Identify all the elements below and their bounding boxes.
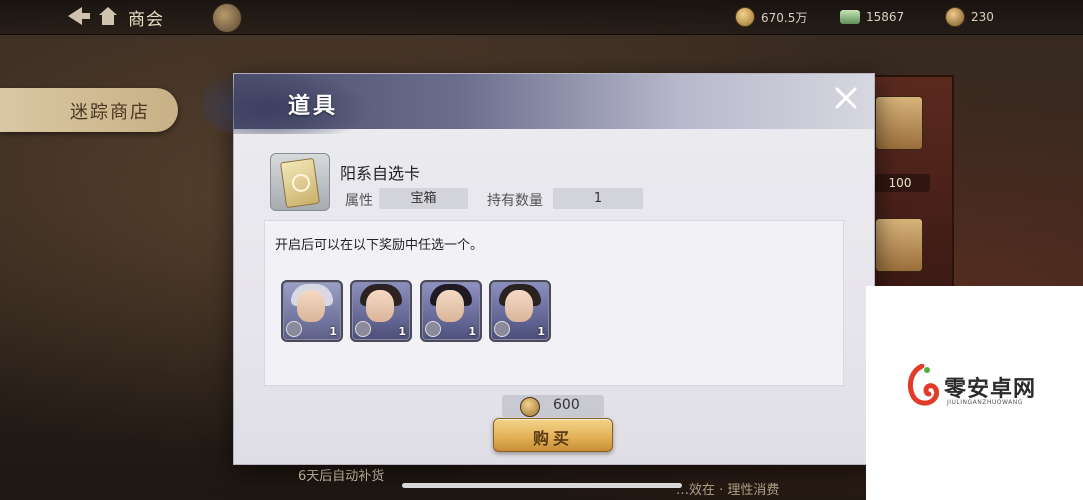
watermark-logo-icon xyxy=(907,364,939,406)
footer-note: …效在 · 理性消费 xyxy=(676,483,780,498)
hero-portrait xyxy=(297,290,325,322)
emblem-icon xyxy=(212,3,242,33)
owned-value: 1 xyxy=(553,188,643,209)
back-arrow-icon[interactable] xyxy=(62,4,92,28)
selection-card-icon xyxy=(279,157,321,209)
dialog-title: 道具 xyxy=(288,94,339,119)
hero-portrait xyxy=(436,290,464,322)
reward-item-2[interactable]: 1 xyxy=(350,280,412,342)
reward-count: 1 xyxy=(398,325,406,338)
owned-label: 持有数量 xyxy=(487,193,543,209)
shop-tab-mizong[interactable]: 迷踪商店 xyxy=(0,88,178,132)
reward-count: 1 xyxy=(537,325,545,338)
buy-button-label: 购买 xyxy=(532,429,573,448)
hero-portrait xyxy=(505,290,533,322)
reward-item-3[interactable]: 1 xyxy=(420,280,482,342)
attr-value: 宝箱 xyxy=(379,188,468,209)
restock-text: 6天后自动补货 xyxy=(298,469,385,484)
reward-item-1[interactable]: 1 xyxy=(281,280,343,342)
item-description: 开启后可以在以下奖励中任选一个。 xyxy=(275,238,484,253)
gem-value: 230 xyxy=(971,10,994,24)
price-value: 600 xyxy=(553,397,580,413)
reward-item-4[interactable]: 1 xyxy=(489,280,551,342)
shelf-item-2[interactable] xyxy=(875,218,923,272)
home-indicator[interactable] xyxy=(402,483,682,488)
cloud-swirl-decoration xyxy=(202,70,372,134)
page-title: 商会 xyxy=(128,10,164,30)
currency-jade: 15867 xyxy=(840,7,904,27)
element-icon xyxy=(494,321,510,337)
shelf-item-1[interactable] xyxy=(875,96,923,150)
attr-label: 属性 xyxy=(345,193,373,209)
shop-tab-label: 迷踪商店 xyxy=(70,102,150,123)
element-icon xyxy=(425,321,441,337)
top-bar: 商会 670.5万 15867 230 xyxy=(0,0,1083,35)
coin-value: 670.5万 xyxy=(761,10,808,25)
element-icon xyxy=(286,321,302,337)
reward-count: 1 xyxy=(468,325,476,338)
shelf-price: 100 xyxy=(870,174,930,192)
coin-icon xyxy=(520,397,540,417)
watermark-subtitle: JIULINGANZHUOWANG xyxy=(947,399,1023,406)
reward-count: 1 xyxy=(329,325,337,338)
item-name: 阳系自选卡 xyxy=(340,164,421,183)
currency-coins: 670.5万 xyxy=(735,7,807,27)
element-icon xyxy=(355,321,371,337)
hero-portrait xyxy=(366,290,394,322)
close-icon[interactable] xyxy=(832,84,860,112)
jade-icon xyxy=(840,10,860,24)
gem-icon xyxy=(945,7,965,27)
currency-gem: 230 xyxy=(945,7,994,27)
buy-button[interactable]: 购买 xyxy=(493,418,613,452)
jade-value: 15867 xyxy=(866,10,905,24)
coin-icon xyxy=(735,7,755,27)
home-icon[interactable] xyxy=(96,4,120,28)
